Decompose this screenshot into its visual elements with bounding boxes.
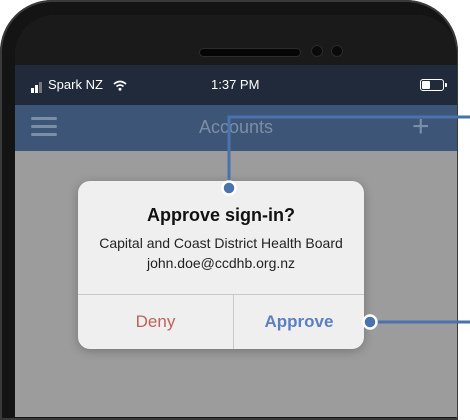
signal-icon xyxy=(31,78,43,93)
battery-icon xyxy=(420,79,444,91)
status-time: 1:37 PM xyxy=(211,77,259,92)
status-bar: Spark NZ 1:37 PM xyxy=(15,65,457,105)
speaker-grille xyxy=(200,49,300,56)
add-icon[interactable]: + xyxy=(412,113,430,141)
front-camera-icon xyxy=(312,46,322,56)
dialog-organization: Capital and Coast District Health Board xyxy=(78,235,364,251)
wifi-icon xyxy=(113,79,127,94)
deny-button[interactable]: Deny xyxy=(78,295,233,349)
approve-sign-in-dialog: Approve sign-in? Capital and Coast Distr… xyxy=(78,181,364,349)
carrier-label: Spark NZ xyxy=(48,77,103,92)
dialog-title: Approve sign-in? xyxy=(78,205,364,226)
notch-area xyxy=(15,15,457,65)
nav-bar: Accounts + xyxy=(15,105,457,151)
carrier-group: Spark NZ xyxy=(31,77,127,94)
approve-button[interactable]: Approve xyxy=(234,295,364,349)
dialog-account: john.doe@ccdhb.org.nz xyxy=(78,255,364,271)
proximity-sensor-icon xyxy=(332,46,342,56)
page-title: Accounts xyxy=(15,117,457,138)
